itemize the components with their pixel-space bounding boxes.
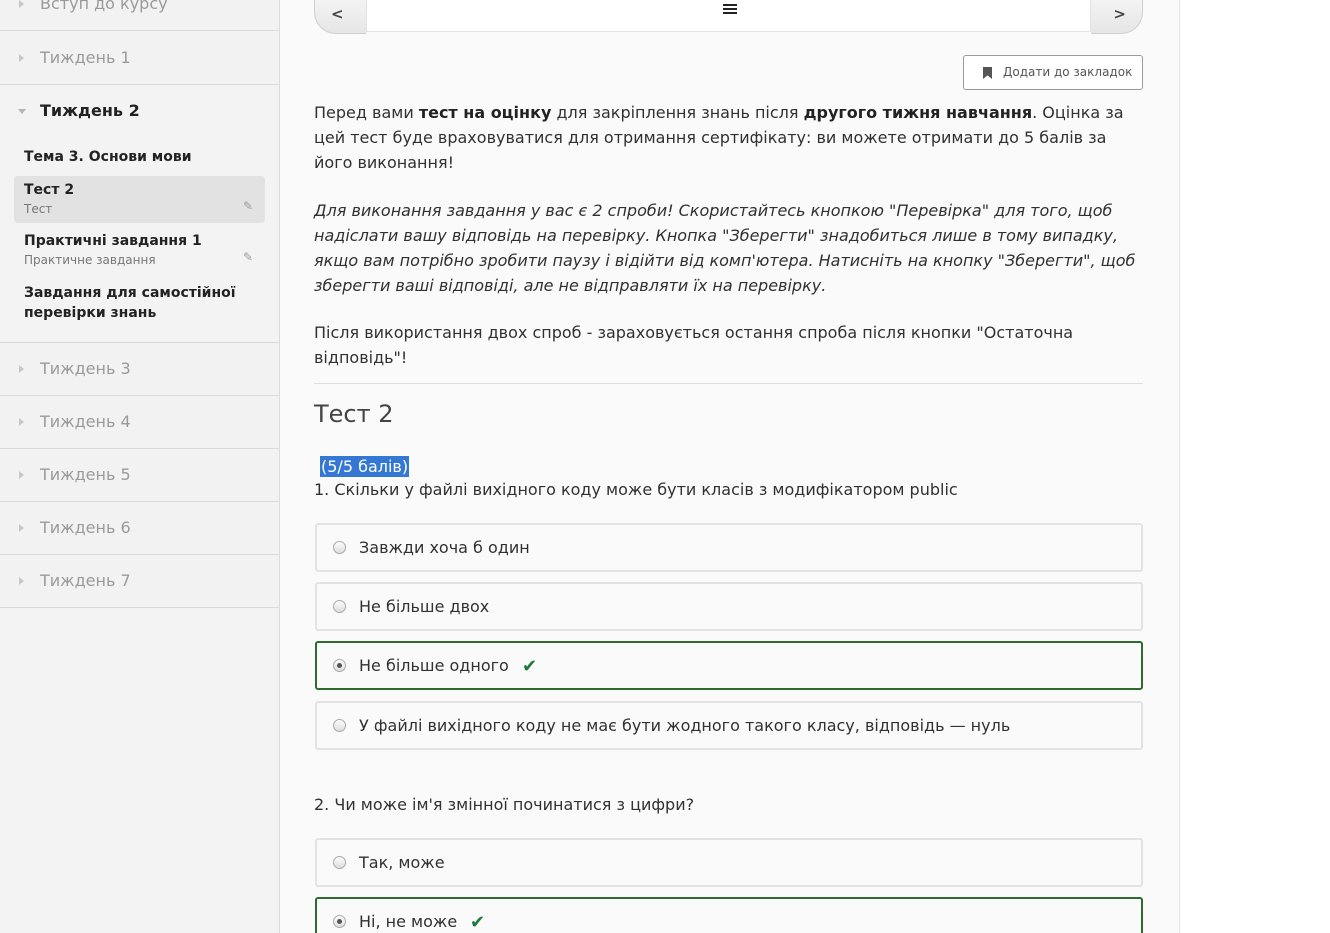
edit-icon: ✎: [243, 250, 254, 264]
chevron-right-icon: [19, 0, 24, 8]
subitem-title: Завдання для самостійної перевірки знань: [24, 285, 236, 321]
q2-option-1[interactable]: Так, може: [315, 838, 1143, 887]
option-label: Не більше одного: [359, 656, 509, 675]
radio-button[interactable]: [333, 719, 346, 732]
chevron-right-icon: [19, 365, 24, 373]
course-sidebar: Вступ до курсу Тиждень 1 Тиждень 2 Тема …: [0, 0, 280, 933]
sidebar-item-week-5[interactable]: Тиждень 5: [0, 449, 279, 502]
chevron-right-icon: [19, 577, 24, 585]
chevron-right-icon: [19, 524, 24, 532]
radio-button-checked[interactable]: [333, 915, 346, 928]
subitem-title: Тест 2: [24, 182, 75, 198]
checkmark-icon: ✔: [522, 656, 538, 677]
sidebar-item-label: Тиждень 3: [40, 359, 131, 378]
option-label: Завжди хоча б один: [359, 538, 530, 557]
sidebar-week-2-expanded: Тиждень 2 Тема 3. Основи мови Тест 2 Тес…: [0, 85, 279, 343]
list-icon: [723, 4, 737, 16]
subitem-subtitle: Тест: [24, 202, 53, 216]
page-margin: [1265, 0, 1330, 933]
right-gutter: [1179, 0, 1265, 933]
chevron-right-icon: [19, 54, 24, 62]
sidebar-item-week-6[interactable]: Тиждень 6: [0, 502, 279, 555]
chevron-right-icon: [19, 471, 24, 479]
intro-bold-text: другого тижня навчання: [803, 103, 1033, 122]
sidebar-item-label: Вступ до курсу: [40, 0, 168, 13]
intro-paragraph-2: Для виконання завдання у вас є 2 спроби!…: [314, 201, 1136, 295]
bookmark-icon: [983, 67, 992, 79]
sidebar-item-week-3[interactable]: Тиждень 3: [0, 343, 279, 396]
option-label: Не більше двох: [359, 597, 490, 616]
sidebar-item-label: Тиждень 7: [40, 571, 131, 590]
sidebar-item-week-4[interactable]: Тиждень 4: [0, 396, 279, 449]
intro-paragraph-3: Після використання двох спроб - зарахову…: [314, 323, 1074, 367]
radio-button[interactable]: [333, 541, 346, 554]
checkmark-icon: ✔: [470, 912, 486, 933]
intro-text: Перед вами: [314, 103, 419, 122]
sidebar-subitem-test-2[interactable]: Тест 2 Тест ✎: [14, 176, 265, 223]
next-unit-button[interactable]: >: [1091, 0, 1143, 34]
chevron-right-icon: [19, 418, 24, 426]
q1-option-4[interactable]: У файлі вихідного коду не має бути жодно…: [315, 701, 1143, 750]
bookmark-label: Додати до закладок: [1003, 65, 1133, 79]
sidebar-item-intro[interactable]: Вступ до курсу: [0, 0, 279, 31]
sidebar-item-label: Тиждень 1: [40, 48, 131, 67]
chevron-right-icon: >: [1113, 5, 1126, 23]
test-title: Тест 2: [314, 400, 394, 428]
sidebar-subitem-topic-3[interactable]: Тема 3. Основи мови: [14, 143, 265, 171]
question-2-text: 2. Чи може ім'я змінної починатися з циф…: [314, 795, 695, 814]
radio-button-checked[interactable]: [333, 659, 346, 672]
add-bookmark-button[interactable]: Додати до закладок: [963, 55, 1143, 90]
sidebar-item-label: Тиждень 4: [40, 412, 131, 431]
unit-navigation: < >: [314, 0, 1143, 34]
score-badge: (5/5 балів): [320, 456, 410, 477]
q1-option-3[interactable]: Не більше одного ✔: [315, 641, 1143, 690]
previous-unit-button[interactable]: <: [314, 0, 366, 34]
sidebar-item-week-1[interactable]: Тиждень 1: [0, 32, 279, 85]
subitem-title: Практичні завдання 1: [24, 233, 202, 249]
question-1-text: 1. Скільки у файлі вихідного коду може б…: [314, 480, 958, 499]
intro-paragraph-1: Перед вами тест на оцінку для закріпленн…: [314, 100, 1144, 175]
intro-bold-text: тест на оцінку: [418, 103, 552, 122]
sidebar-item-label: Тиждень 5: [40, 465, 131, 484]
sidebar-subitem-practice-1[interactable]: Практичні завдання 1 Практичне завдання …: [14, 227, 265, 271]
subitem-subtitle: Практичне завдання: [24, 253, 156, 267]
option-label: Ні, не може: [359, 912, 458, 931]
sidebar-week-label[interactable]: Тиждень 2: [40, 101, 140, 120]
sidebar-item-label: Тиждень 6: [40, 518, 131, 537]
option-label: У файлі вихідного коду не має бути жодно…: [359, 716, 1011, 735]
edit-icon: ✎: [243, 199, 254, 213]
divider: [314, 383, 1143, 384]
unit-sequence-bar[interactable]: [366, 0, 1091, 32]
chevron-down-icon[interactable]: [18, 109, 26, 114]
intro-text: для закріплення знань після: [551, 103, 804, 122]
radio-button[interactable]: [333, 600, 346, 613]
sidebar-subitem-self-check[interactable]: Завдання для самостійної перевірки знань: [14, 279, 265, 327]
sidebar-item-week-7[interactable]: Тиждень 7: [0, 555, 279, 608]
radio-button[interactable]: [333, 856, 346, 869]
option-label: Так, може: [359, 853, 445, 872]
q1-option-2[interactable]: Не більше двох: [315, 582, 1143, 631]
subitem-title: Тема 3. Основи мови: [24, 149, 192, 165]
q2-option-2[interactable]: Ні, не може ✔: [315, 897, 1143, 933]
q1-option-1[interactable]: Завжди хоча б один: [315, 523, 1143, 572]
chevron-left-icon: <: [331, 5, 344, 23]
